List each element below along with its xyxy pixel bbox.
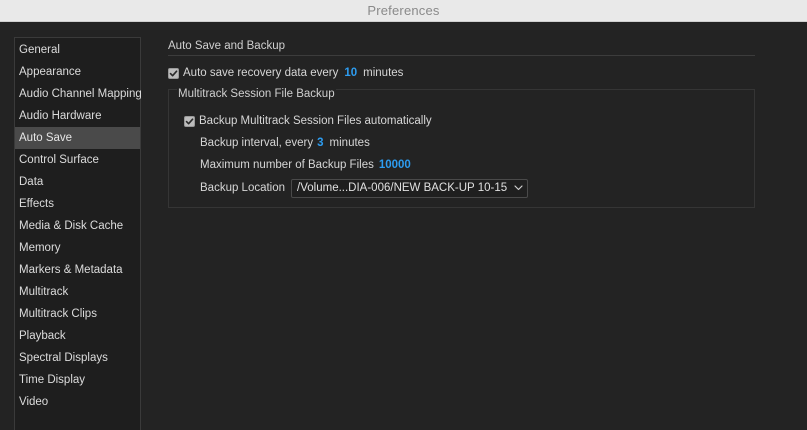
max-files-label: Maximum number of Backup Files (200, 159, 374, 171)
backup-location-dropdown[interactable]: /Volume...DIA-006/NEW BACK-UP 10-15 (291, 178, 529, 198)
section-title: Auto Save and Backup (168, 37, 755, 56)
sidebar-item-memory[interactable]: Memory (15, 237, 140, 259)
group-title: Multitrack Session File Backup (177, 88, 336, 100)
sidebar-item-playback[interactable]: Playback (15, 325, 140, 347)
sidebar-item-time-display[interactable]: Time Display (15, 369, 140, 391)
sidebar-item-video[interactable]: Video (15, 391, 140, 413)
sidebar-item-multitrack[interactable]: Multitrack (15, 281, 140, 303)
sidebar-item-data[interactable]: Data (15, 171, 140, 193)
sidebar-item-appearance[interactable]: Appearance (15, 61, 140, 83)
backup-enable-label: Backup Multitrack Session Files automati… (199, 115, 432, 127)
multitrack-backup-group: Multitrack Session File Backup Backup Mu… (168, 88, 755, 208)
backup-location-row: Backup Location /Volume...DIA-006/NEW BA… (200, 178, 529, 198)
recovery-unit-label: minutes (363, 67, 404, 79)
backup-interval-unit: minutes (329, 137, 370, 149)
recovery-interval-value[interactable]: 10 (344, 67, 357, 79)
checkmark-icon (185, 117, 194, 124)
backup-location-label: Backup Location (200, 182, 286, 194)
sidebar-item-markers-metadata[interactable]: Markers & Metadata (15, 259, 140, 281)
recovery-label: Auto save recovery data every (183, 67, 339, 79)
preferences-window: Preferences General Appearance Audio Cha… (0, 0, 807, 430)
backup-interval-row: Backup interval, every 3 minutes (200, 135, 370, 151)
backup-enable-row: Backup Multitrack Session Files automati… (184, 113, 432, 129)
window-title: Preferences (0, 0, 807, 22)
backup-enable-checkbox[interactable] (184, 115, 195, 127)
auto-save-panel: Auto Save and Backup Auto save recovery … (168, 37, 755, 208)
backup-interval-label: Backup interval, every (200, 137, 314, 149)
checkmark-icon (169, 69, 178, 76)
recovery-row: Auto save recovery data every 10 minutes (168, 65, 755, 81)
sidebar-item-auto-save[interactable]: Auto Save (15, 127, 140, 149)
sidebar-item-multitrack-clips[interactable]: Multitrack Clips (15, 303, 140, 325)
recovery-checkbox[interactable] (168, 67, 179, 79)
sidebar-item-audio-channel-mapping[interactable]: Audio Channel Mapping (15, 83, 142, 105)
sidebar-item-control-surface[interactable]: Control Surface (15, 149, 140, 171)
sidebar-item-audio-hardware[interactable]: Audio Hardware (15, 105, 140, 127)
backup-location-value: /Volume...DIA-006/NEW BACK-UP 10-15 (297, 182, 508, 194)
backup-interval-value[interactable]: 3 (317, 137, 323, 149)
max-files-value[interactable]: 10000 (379, 159, 411, 171)
max-files-row: Maximum number of Backup Files 10000 (200, 157, 411, 173)
preferences-sidebar: General Appearance Audio Channel Mapping… (14, 37, 142, 430)
sidebar-item-effects[interactable]: Effects (15, 193, 140, 215)
sidebar-item-spectral-displays[interactable]: Spectral Displays (15, 347, 140, 369)
sidebar-item-media-disk-cache[interactable]: Media & Disk Cache (15, 215, 140, 237)
sidebar-item-general[interactable]: General (15, 39, 140, 61)
chevron-down-icon (514, 185, 523, 191)
